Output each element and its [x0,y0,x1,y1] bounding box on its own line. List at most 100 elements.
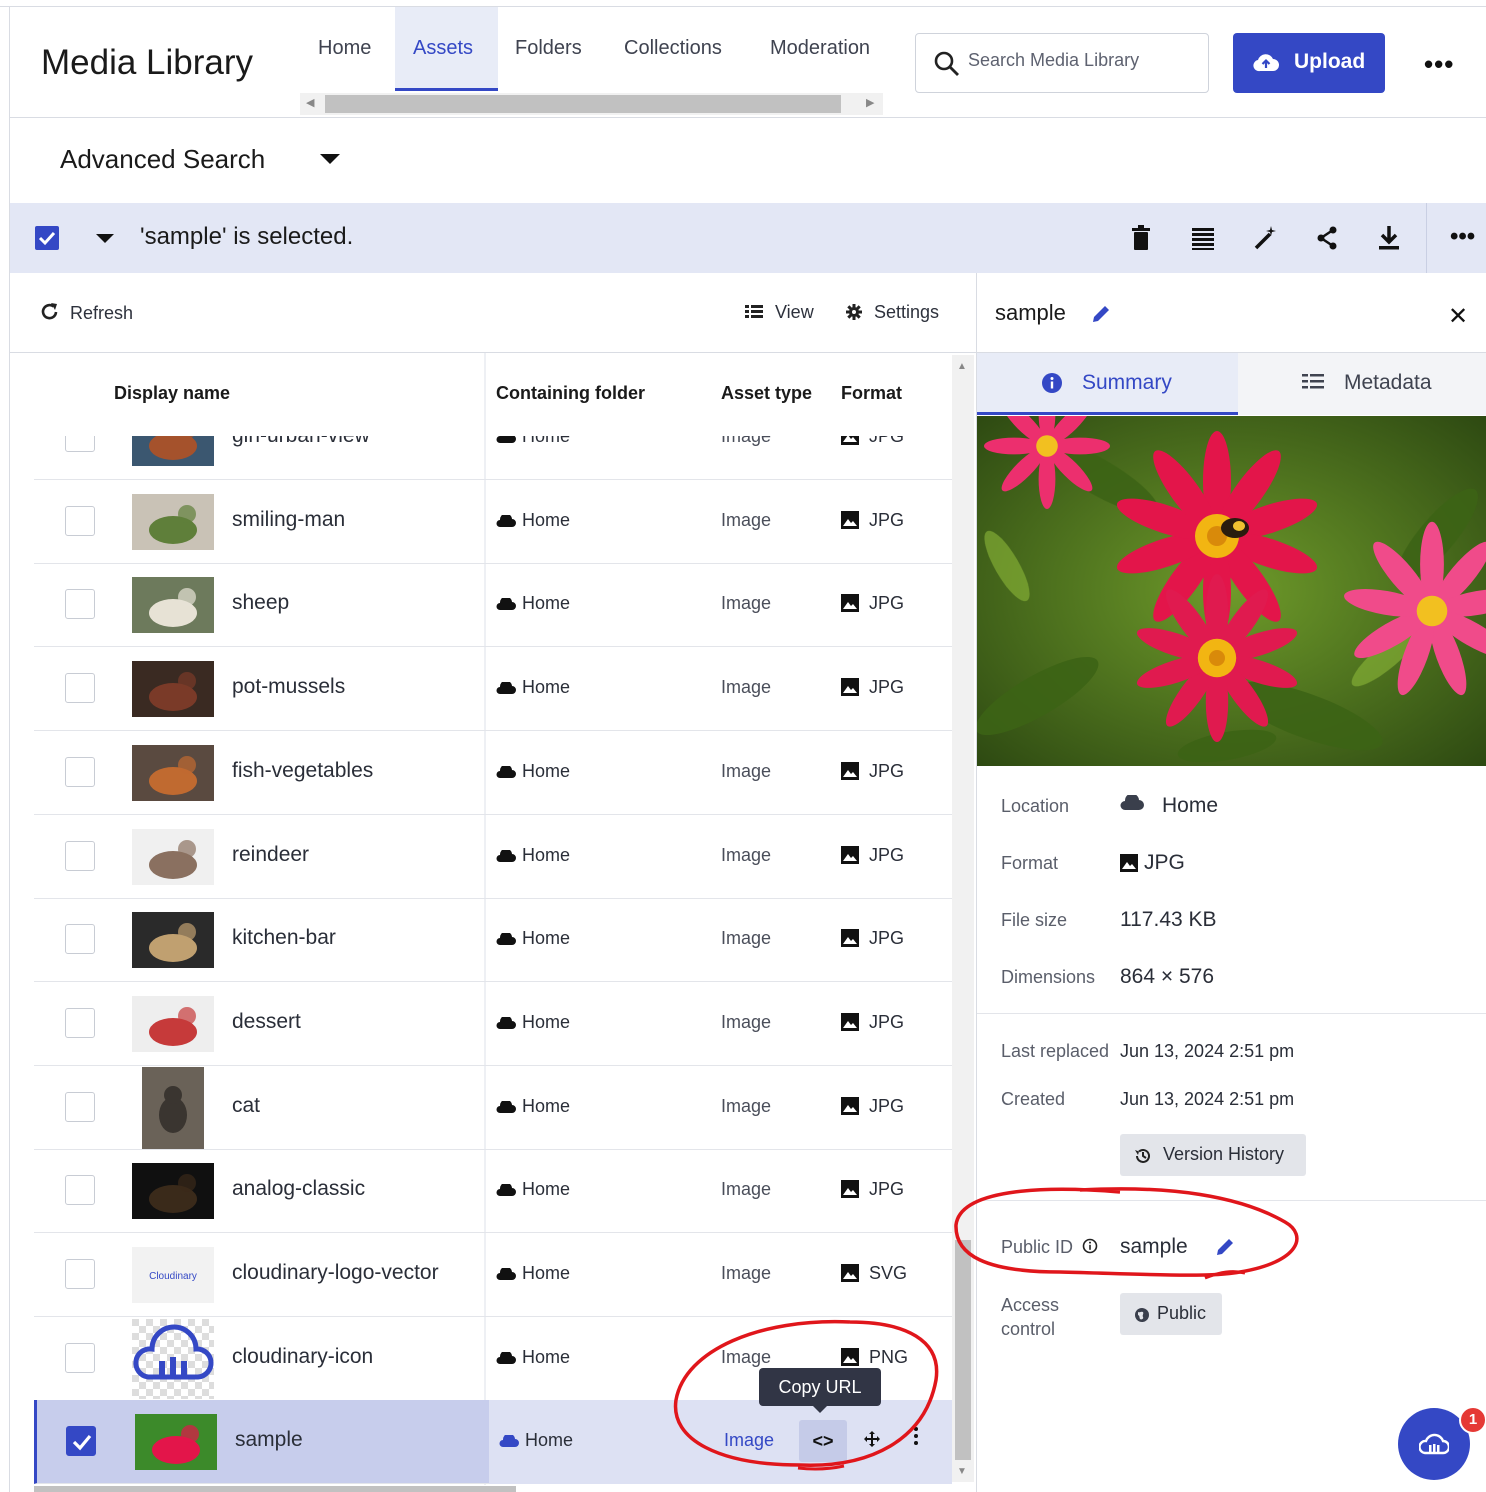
row-checkbox[interactable] [65,589,95,620]
asset-thumbnail[interactable] [132,1163,214,1220]
row-more-icon[interactable] [913,1426,919,1446]
magic-wand-icon[interactable] [1250,223,1280,253]
containing-folder[interactable]: Home [496,1012,570,1033]
asset-thumbnail[interactable] [132,828,214,885]
copy-url-button[interactable]: <> [799,1420,847,1463]
containing-folder[interactable]: Home [496,1096,570,1117]
scroll-up-icon[interactable]: ▲ [957,361,967,372]
row-checkbox[interactable] [65,673,95,704]
row-checkbox[interactable] [65,505,95,536]
asset-display-name[interactable]: dessert [232,1010,301,1034]
asset-thumbnail[interactable] [132,995,214,1052]
more-options-icon[interactable]: ••• [1424,49,1454,80]
containing-folder[interactable]: Home [496,928,570,949]
asset-thumbnail[interactable] [132,1318,214,1399]
search-box[interactable] [915,33,1209,93]
asset-thumbnail[interactable] [132,493,214,550]
tab-assets[interactable]: Assets [413,37,473,60]
table-row[interactable]: pot-mussels Home Image JPG [34,647,952,732]
scroll-left-icon[interactable]: ◀ [306,96,314,109]
containing-folder[interactable]: Home [496,1179,570,1200]
settings-button[interactable]: Settings [846,302,939,323]
asset-display-name[interactable]: sample [235,1428,303,1452]
containing-folder[interactable]: Home [496,1263,570,1284]
containing-folder[interactable]: Home [496,593,570,614]
row-checkbox[interactable] [65,1342,95,1373]
asset-display-name[interactable]: sheep [232,591,289,615]
scroll-down-icon[interactable]: ▼ [957,1466,967,1477]
asset-display-name[interactable]: pot-mussels [232,675,345,699]
table-row[interactable]: cat Home Image JPG [34,1066,952,1150]
table-row[interactable]: fish-vegetables Home Image JPG [34,731,952,815]
asset-thumbnail[interactable] [135,1414,217,1471]
selection-menu-caret-icon[interactable] [96,234,114,243]
tab-summary[interactable]: Summary [977,353,1238,415]
table-row[interactable]: Cloudinary cloudinary-logo-vector Home Imag… [34,1233,952,1317]
row-checkbox[interactable] [65,756,95,787]
more-actions-icon[interactable]: ••• [1450,223,1475,251]
table-row[interactable]: dessert Home Image JPG [34,982,952,1066]
move-icon[interactable] [863,1430,881,1453]
asset-display-name[interactable]: cat [232,1094,260,1118]
table-row[interactable]: smiling-man Home Image JPG [34,480,952,564]
close-icon[interactable]: ✕ [1448,302,1468,331]
chevron-down-icon[interactable] [320,154,340,164]
containing-folder[interactable]: Home [496,510,570,531]
tab-folders[interactable]: Folders [515,37,582,60]
table-row[interactable]: sheep Home Image JPG [34,563,952,648]
table-row[interactable]: analog-classic Home Image JPG [34,1149,952,1234]
row-checkbox[interactable] [65,436,95,452]
asset-display-name[interactable]: reindeer [232,843,309,867]
scrollbar-thumb[interactable] [955,1240,971,1460]
tab-home[interactable]: Home [318,37,371,60]
row-checkbox[interactable] [65,1175,95,1206]
view-button[interactable]: View [745,302,814,323]
info-outline-icon[interactable] [1082,1238,1098,1254]
edit-public-id-icon[interactable] [1214,1236,1236,1258]
asset-display-name[interactable]: girl-urban-view [232,436,370,448]
row-checkbox[interactable] [65,924,95,955]
horizontal-scrollbar-thumb[interactable] [34,1486,516,1492]
asset-display-name[interactable]: kitchen-bar [232,926,336,950]
asset-thumbnail[interactable] [132,661,214,718]
containing-folder[interactable]: Home [496,845,570,866]
row-checkbox[interactable] [65,1259,95,1289]
containing-folder[interactable]: Home [496,761,570,782]
containing-folder[interactable]: Home [496,1347,570,1368]
search-input[interactable] [968,50,1198,71]
asset-thumbnail[interactable] [142,1066,204,1149]
column-display-name[interactable]: Display name [114,383,230,404]
containing-folder[interactable]: Home [499,1430,573,1451]
select-all-checkbox[interactable] [35,226,59,250]
asset-thumbnail[interactable]: Cloudinary [132,1247,214,1303]
table-row[interactable]: reindeer Home Image JPG [34,815,952,899]
tab-metadata[interactable]: Metadata [1238,353,1486,415]
scrollbar-thumb[interactable] [325,95,841,113]
asset-display-name[interactable]: fish-vegetables [232,759,373,783]
scroll-right-icon[interactable]: ▶ [866,96,874,109]
row-checkbox[interactable] [65,1007,95,1038]
asset-thumbnail[interactable] [132,744,214,801]
download-icon[interactable] [1374,223,1404,253]
access-public-button[interactable]: Public [1120,1293,1222,1335]
asset-thumbnail[interactable] [132,577,214,634]
table-row[interactable]: girl-urban-view Home Image JPG [34,436,952,480]
edit-pencil-icon[interactable] [1090,303,1112,325]
containing-folder[interactable]: Home [496,677,570,698]
tabs-scrollbar[interactable]: ◀ ▶ [300,93,883,115]
list-icon[interactable] [1188,223,1218,253]
tab-collections[interactable]: Collections [624,37,722,60]
share-icon[interactable] [1312,223,1342,253]
asset-thumbnail[interactable] [132,436,214,466]
asset-display-name[interactable]: analog-classic [232,1177,365,1201]
row-checkbox[interactable] [65,840,95,871]
asset-display-name[interactable]: cloudinary-icon [232,1345,373,1369]
trash-icon[interactable] [1126,223,1156,253]
asset-thumbnail[interactable] [132,912,214,969]
row-checkbox[interactable] [66,1426,96,1457]
column-containing-folder[interactable]: Containing folder [496,383,645,404]
table-row[interactable]: kitchen-bar Home Image JPG [34,898,952,983]
containing-folder[interactable]: Home [496,436,570,447]
refresh-button[interactable]: Refresh [40,302,133,324]
column-asset-type[interactable]: Asset type [721,383,812,404]
